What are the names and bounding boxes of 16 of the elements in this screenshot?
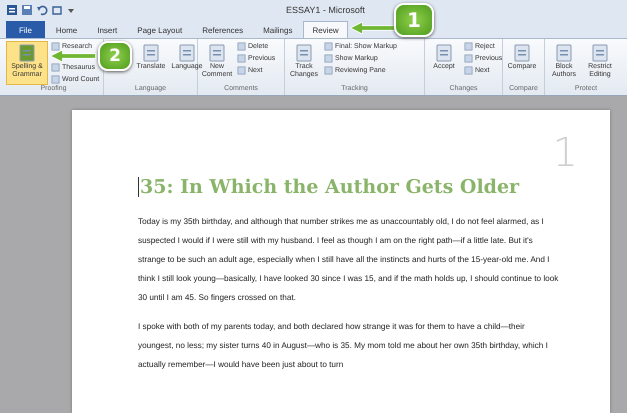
chapter-heading: 35: In Which the Author Gets Older	[138, 176, 520, 198]
body-paragraph: Today is my 35th birthday, and although that number strikes me as unaccountably old, I do not feel alarmed, as I suspected I would if I were still with my husband. I feel as though I am on the right path—if a little late. But it's strange to be such an adult age, especially when I still have all the instincts and hurts of the 15-year-old me. And I think I still look young—basically, I have looked 30 since I was 15, and if the math holds up, I should continue to look 30 until I am 45. So fingers crossed on that.	[138, 216, 560, 304]
window-title: ESSAY1 - Microsoft	[286, 5, 365, 15]
ribbon-tab[interactable]: Insert	[88, 21, 126, 38]
step-badge: 1	[394, 3, 434, 37]
step-badge: 2	[98, 41, 132, 71]
ribbon-tab[interactable]: Mailings	[254, 21, 302, 38]
ribbon-tab[interactable]: Review	[303, 21, 348, 38]
body-paragraph: I spoke with both of my parents today, and both declared how strange it was for them to have a child—their youngest, no less; my sister turns 40 in August—who is 35. My mom told me about her own 35th birthday, which I actually remember—I would have been just about to turn	[138, 321, 549, 371]
ribbon-tab[interactable]: Home	[46, 21, 86, 38]
ribbon-tab[interactable]: Page Layout	[128, 21, 192, 38]
callout-arrow	[350, 22, 396, 34]
undo-icon[interactable]	[36, 4, 48, 16]
save-icon[interactable]	[21, 4, 33, 16]
file-tab[interactable]: File	[6, 21, 45, 38]
ribbon-tab[interactable]: References	[193, 21, 252, 38]
